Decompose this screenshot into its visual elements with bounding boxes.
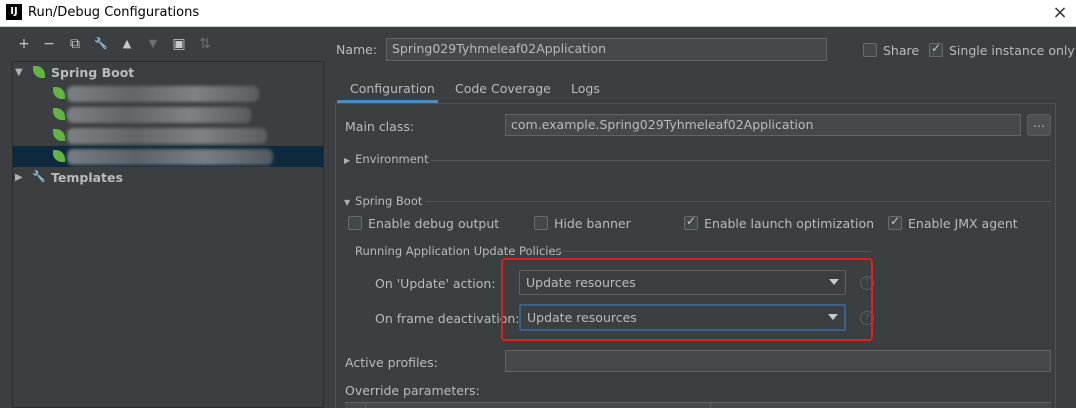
tree-item-config[interactable] [13,104,323,125]
tree-label-templates: Templates [51,170,123,185]
override-parameters-table[interactable] [345,402,1051,408]
update-policies-title: Running Application Update Policies [355,244,562,258]
window-title: Run/Debug Configurations [28,5,200,20]
enable-launch-optimization-label: Enable launch optimization [704,216,875,231]
tree-item-spring-boot[interactable]: ▼ Spring Boot [13,62,323,83]
add-icon[interactable]: + [16,36,32,52]
move-up-icon[interactable]: ▲ [119,36,135,52]
environment-section[interactable]: ▶ Environment [344,152,429,166]
tree-item-config[interactable] [13,83,323,104]
active-profiles-label: Active profiles: [345,355,438,370]
obscured-label [67,128,267,144]
expanded-arrow-icon: ▼ [344,198,351,207]
tree-label-spring-boot: Spring Boot [51,65,135,80]
tab-logs[interactable]: Logs [571,81,600,96]
on-update-label: On 'Update' action: [375,276,496,291]
tab-code-coverage[interactable]: Code Coverage [455,81,551,96]
highlight-annotation-box [501,258,873,341]
hide-banner-label: Hide banner [554,216,631,231]
close-icon[interactable]: × [1048,1,1072,25]
obscured-label [67,149,273,165]
single-instance-label: Single instance only [949,43,1075,58]
spring-boot-icon [53,150,65,162]
enable-debug-output-label: Enable debug output [368,216,500,231]
copy-icon[interactable]: ⧉ [67,36,83,52]
table-column-divider [710,402,711,408]
share-checkbox[interactable] [863,43,877,57]
divider [557,251,871,252]
enable-jmx-agent-checkbox[interactable] [888,214,902,230]
configuration-editor: Name: Spring029Tyhmeleaf02Application Sh… [335,27,1076,408]
name-input[interactable]: Spring029Tyhmeleaf02Application [386,38,827,61]
sort-icon[interactable]: ⇅ [197,36,213,52]
remove-icon[interactable]: − [41,36,57,52]
wrench-icon: 🔧 [32,170,46,183]
tree-item-config[interactable] [13,125,323,146]
wrench-icon[interactable]: 🔧 [93,36,109,52]
collapsed-arrow-icon: ▶ [344,156,351,165]
spring-boot-icon [53,87,65,99]
spring-boot-section-label: Spring Boot [355,194,423,208]
configurations-toolbar: + − ⧉ 🔧 ▲ ▼ ▣ ⇅ [0,27,335,61]
enable-launch-optimization-checkbox[interactable] [684,214,698,230]
title-bar: IJ Run/Debug Configurations × [0,0,1076,27]
single-instance-checkbox[interactable] [929,41,943,57]
spring-boot-icon [33,66,45,78]
move-down-icon[interactable]: ▼ [145,36,161,52]
tab-configuration[interactable]: Configuration [350,81,435,96]
divider [425,201,1051,202]
on-frame-deactivation-label: On frame deactivation: [375,311,520,326]
intellij-logo-icon: IJ [6,4,22,20]
configurations-panel: + − ⧉ 🔧 ▲ ▼ ▣ ⇅ ▼ Spring Boot ▶ 🔧 Templa… [0,27,335,408]
name-label: Name: [336,42,378,57]
enable-jmx-agent-label: Enable JMX agent [908,216,1018,231]
tree-item-templates[interactable]: ▶ 🔧 Templates [13,167,323,188]
table-column-divider [365,402,366,408]
main-class-label: Main class: [345,119,415,134]
active-profiles-input[interactable] [505,350,1051,372]
browse-button[interactable]: ... [1027,114,1051,136]
divider [431,160,1051,161]
spring-boot-icon [53,108,65,120]
tree-item-config-selected[interactable] [13,146,323,167]
spring-boot-icon [53,129,65,141]
environment-label: Environment [355,152,429,166]
hide-banner-checkbox[interactable] [534,216,548,230]
obscured-label [67,86,259,102]
share-label: Share [883,43,920,58]
configuration-tree: ▼ Spring Boot ▶ 🔧 Templates [12,61,324,408]
main-class-input[interactable]: com.example.Spring029Tyhmeleaf02Applicat… [505,114,1021,136]
tab-bar: Configuration Code Coverage Logs [335,73,1076,103]
override-parameters-label: Override parameters: [345,383,480,398]
collapse-arrow-icon[interactable]: ▶ [15,167,25,188]
expand-arrow-icon[interactable]: ▼ [15,62,25,83]
spring-boot-section[interactable]: ▼ Spring Boot [344,194,422,208]
obscured-label [67,107,251,123]
enable-debug-output-checkbox[interactable] [348,216,362,230]
new-folder-icon[interactable]: ▣ [171,36,187,52]
